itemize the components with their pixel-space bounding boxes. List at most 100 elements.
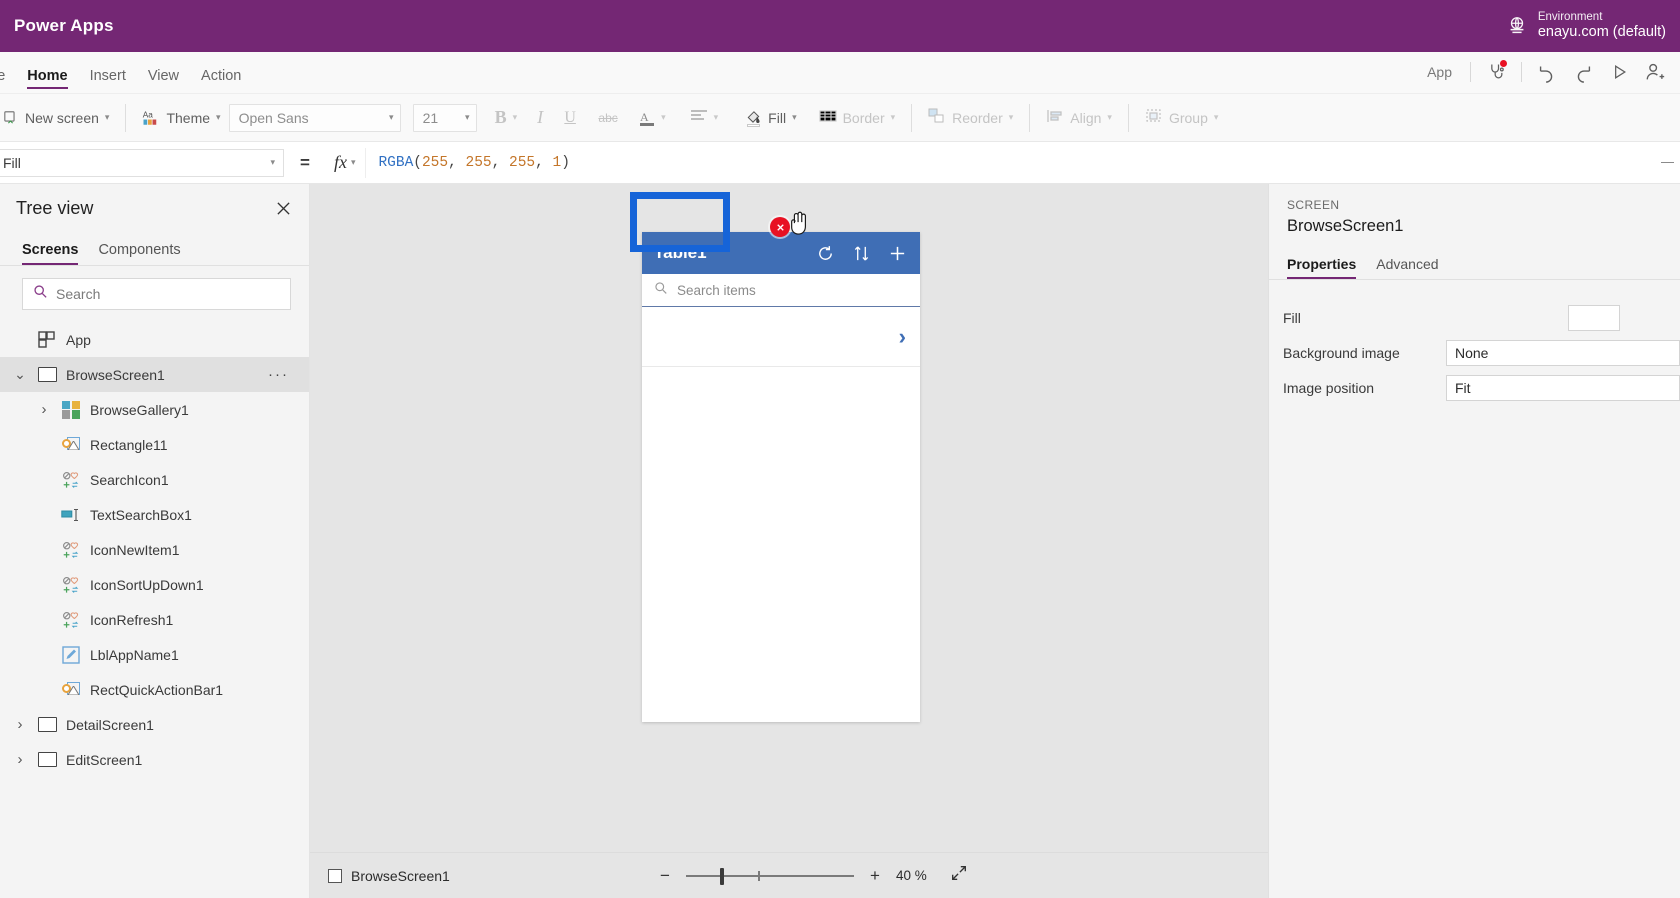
expand-formula-bar-icon[interactable]: — [1661,154,1674,169]
app-search-box[interactable]: Search items [642,274,920,307]
menu-item-view[interactable]: View [137,68,190,93]
align-button[interactable]: Align ▾ [1038,103,1120,133]
group-button[interactable]: Group ▾ [1137,103,1226,133]
divider [1127,103,1129,132]
align-label: Align [1070,109,1102,126]
chevron-down-icon: ▾ [465,112,470,122]
screen-select-checkbox[interactable] [328,868,342,883]
tree-item-textsearchbox1[interactable]: TextSearchBox1 [0,497,309,532]
formula-token: 1 [552,154,562,171]
property-select[interactable]: Fill ▾ [0,148,284,177]
sort-updown-icon[interactable] [844,236,878,270]
app-checker-badge [1500,60,1507,67]
menu-item-insert[interactable]: Insert [79,68,137,93]
app-header[interactable]: Table1 [642,232,920,274]
error-delete-badge[interactable] [770,217,790,237]
environment-info[interactable]: Environment enayu.com (default) [1538,11,1666,41]
equals-sign: = [300,152,310,172]
tree-item-iconsortupdown1[interactable]: IconSortUpDown1 [0,567,309,602]
app-menu-button[interactable]: App [1417,64,1462,80]
fx-button[interactable]: fx ▾ [324,147,367,178]
app-preview[interactable]: Table1 Search items › [642,232,920,722]
formula-input[interactable]: RGBA(255, 255, 255, 1) [366,142,1680,184]
tree-item-rectquickactionbar1[interactable]: RectQuickActionBar1 [0,672,309,707]
reorder-button[interactable]: Reorder ▾ [920,103,1021,133]
fill-color-swatch[interactable] [1568,304,1620,331]
tree-item-lblappname1[interactable]: LblAppName1 [0,637,309,672]
tree-view-title: Tree view [16,197,94,218]
border-label: Border [842,109,885,126]
bold-button[interactable]: B ▾ [487,103,526,133]
tab-screens[interactable]: Screens [14,242,88,265]
menu-item-action[interactable]: Action [190,68,252,93]
gallery-row[interactable]: › [642,307,920,367]
new-screen-button[interactable]: New screen ▾ [0,103,117,133]
share-user-icon[interactable] [1638,57,1672,87]
italic-button[interactable]: I [525,103,555,133]
zoom-out-button[interactable]: − [656,866,674,886]
icon-control-icon [61,610,81,630]
tree-item-iconrefresh1[interactable]: IconRefresh1 [0,602,309,637]
tree-item-editscreen1[interactable]: › EditScreen1 [0,742,309,777]
font-size-select[interactable]: 21 ▾ [412,103,477,132]
plus-icon[interactable] [880,236,914,270]
formula-bar: Fill ▾ = fx ▾ RGBA(255, 255, 255, 1) — [0,142,1680,184]
group-label: Group [1168,109,1208,126]
property-row: Image position Fit [1269,370,1680,405]
chevron-right-icon[interactable]: › [12,716,28,733]
tree-item-app[interactable]: App [0,322,309,357]
strikethrough-label: abc [598,110,618,125]
undo-icon[interactable] [1530,57,1564,87]
refresh-icon[interactable] [808,236,842,270]
formula-token: , [448,154,466,171]
font-color-button[interactable]: A ▾ [631,103,674,133]
tree-item-rectangle11[interactable]: Rectangle11 [0,427,309,462]
chevron-down-icon[interactable]: ⌄ [12,366,28,383]
properties-header: SCREEN BrowseScreen1 [1269,184,1680,236]
chevron-down-icon: ▾ [216,112,221,122]
formula-token: 255 [465,154,492,171]
tree-item-browsegallery1[interactable]: › BrowseGallery1 [0,392,309,427]
chevron-right-icon[interactable]: › [12,751,28,768]
fit-screen-icon[interactable] [950,864,968,887]
menu-item-home[interactable]: Home [16,68,78,93]
chevron-right-icon[interactable]: › [36,401,52,418]
chevron-down-icon: ▾ [104,112,110,122]
text-align-button[interactable]: ▾ [682,103,727,133]
font-color-icon: A [639,110,655,126]
app-checker-button[interactable] [1479,57,1513,87]
tree-search-box[interactable] [22,278,291,310]
tree-item-more-menu[interactable]: ··· [268,366,289,383]
tree-item-browsescreen1[interactable]: ⌄ BrowseScreen1 ··· [0,357,309,392]
tab-advanced[interactable]: Advanced [1366,256,1448,279]
reorder-label: Reorder [952,109,1003,126]
border-button[interactable]: Border ▾ [811,103,904,133]
tree-item-searchicon1[interactable]: SearchIcon1 [0,462,309,497]
close-icon[interactable] [271,196,295,220]
chevron-right-icon[interactable]: › [899,324,906,350]
property-value-select[interactable]: None [1446,339,1680,366]
tree-item-label: EditScreen1 [66,751,143,768]
tree-item-iconnewitem1[interactable]: IconNewItem1 [0,532,309,567]
studio-body: Tree view Screens Components Search App … [0,184,1680,898]
ribbon-toolbar: New screen ▾ Aa Theme ▾ Open Sans ▾ 21 ▾… [0,94,1680,142]
tab-properties[interactable]: Properties [1287,256,1366,279]
canvas-stage[interactable]: Table1 Search items › [310,184,1268,852]
underline-button[interactable]: U [555,103,585,133]
strikethrough-button[interactable]: abc [593,103,623,133]
fill-button[interactable]: Fill ▾ [736,103,804,133]
chevron-down-icon: ▾ [389,112,394,122]
font-family-select[interactable]: Open Sans ▾ [228,103,401,132]
tab-components[interactable]: Components [88,242,190,265]
zoom-slider-thumb[interactable] [720,867,724,885]
tree-item-detailscreen1[interactable]: › DetailScreen1 [0,707,309,742]
zoom-in-button[interactable]: + [866,866,884,886]
search-input[interactable] [56,286,280,302]
menu-item-file[interactable]: le [0,68,16,93]
preview-play-icon[interactable] [1602,57,1636,87]
property-value-select[interactable]: Fit [1446,374,1680,401]
globe-icon [1506,15,1528,37]
redo-icon[interactable] [1566,57,1600,87]
theme-button[interactable]: Aa Theme ▾ [134,103,228,133]
zoom-slider[interactable] [686,867,854,885]
